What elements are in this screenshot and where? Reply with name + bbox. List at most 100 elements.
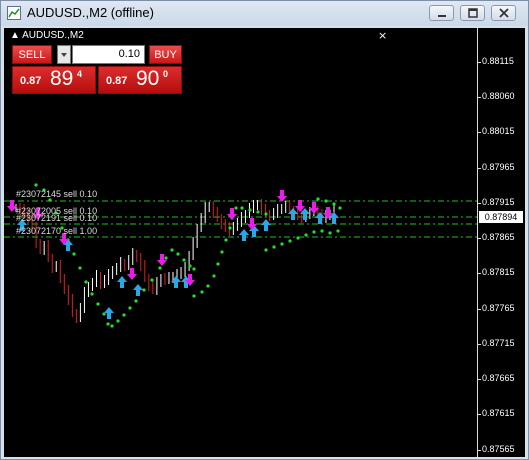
price-tick-label: 0.88115 [477, 56, 514, 66]
bid-pips: 89 [50, 67, 74, 90]
indicator-dot [90, 292, 94, 296]
bid-fraction: 4 [77, 69, 83, 79]
price-tick-label: 0.88015 [477, 126, 515, 136]
chart-window: AUDUSD.,M2 (offline) ▲ AUDUSD.,M2 × SELL… [0, 0, 529, 460]
ask-pips: 90 [136, 67, 160, 90]
indicator-dot [72, 252, 76, 256]
minimize-button[interactable] [429, 5, 454, 21]
buy-button[interactable]: BUY [149, 45, 182, 64]
chevron-down-icon [61, 53, 67, 57]
ask-price-button[interactable]: 0.87 90 0 [98, 66, 182, 94]
indicator-dot [206, 284, 210, 288]
indicator-dot [164, 256, 168, 260]
close-icon [499, 8, 509, 18]
indicator-dot [212, 274, 216, 278]
indicator-dot [312, 230, 316, 234]
indicator-dot [272, 245, 276, 249]
minimize-icon [438, 15, 446, 17]
indicator-dot [34, 183, 38, 187]
indicator-dot [78, 266, 82, 270]
price-tick-label: 0.88060 [477, 91, 515, 101]
indicator-dot [328, 231, 332, 235]
buy-arrow-icon [117, 276, 127, 288]
order-label: #23072145 sell 0.10 [16, 189, 98, 199]
price-tick-label: 0.87915 [477, 197, 515, 207]
current-price-label: 0.87894 [479, 211, 523, 223]
lot-stepper[interactable] [57, 45, 71, 64]
indicator-dot [240, 206, 244, 210]
indicator-dot [220, 250, 224, 254]
indicator-dot [182, 258, 186, 262]
symbol-text: AUDUSD.,M2 [22, 30, 84, 41]
indicator-dot [150, 278, 154, 282]
one-click-trading-panel: SELL 0.10 BUY 0.87 89 4 0.87 90 0 [12, 45, 182, 94]
price-axis[interactable]: 0.88115 0.88060 0.88015 0.87965 0.87915 … [477, 28, 525, 457]
indicator-dot [280, 242, 284, 246]
indicator-dot [106, 322, 110, 326]
maximize-icon [468, 8, 478, 18]
indicator-dot [228, 226, 232, 230]
indicator-dot [332, 202, 336, 206]
bid-price-button[interactable]: 0.87 89 4 [12, 66, 96, 94]
indicator-dot [324, 199, 328, 203]
sell-arrow-icon [157, 254, 167, 266]
price-tick-label: 0.87965 [477, 162, 515, 172]
indicator-dot [264, 212, 268, 216]
indicator-dot [192, 267, 196, 271]
indicator-dot [264, 248, 268, 252]
chart-window-icon [7, 6, 21, 20]
indicator-dot [216, 262, 220, 266]
indicator-dot [256, 210, 260, 214]
indicator-dot [110, 324, 114, 328]
indicator-dot [96, 302, 100, 306]
indicator-dot [316, 197, 320, 201]
indicator-dot [170, 248, 174, 252]
indicator-dot [122, 313, 126, 317]
indicator-dot [116, 319, 120, 323]
price-tick-label: 0.87765 [477, 303, 515, 313]
indicator-dot [338, 206, 342, 210]
buy-arrow-icon [315, 212, 325, 224]
maximize-button[interactable] [460, 5, 485, 21]
sell-arrow-icon [277, 190, 287, 202]
indicator-dot [84, 280, 88, 284]
price-tick-label: 0.87715 [477, 338, 515, 348]
ask-prefix: 0.87 [106, 75, 128, 87]
price-tick-label: 0.87865 [477, 232, 515, 242]
buy-arrow-icon [133, 284, 143, 296]
title-bar[interactable]: AUDUSD.,M2 (offline) [1, 1, 528, 26]
indicator-dot [200, 290, 204, 294]
price-tick-label: 0.87665 [477, 373, 515, 383]
indicator-dot [336, 229, 340, 233]
indicator-dot [158, 266, 162, 270]
indicator-dot [320, 229, 324, 233]
indicator-dot [188, 264, 192, 268]
ask-fraction: 0 [163, 69, 169, 79]
panel-close-icon[interactable]: × [378, 29, 387, 42]
price-tick-label: 0.87815 [477, 267, 515, 277]
indicator-dot [128, 306, 132, 310]
indicator-dot [288, 239, 292, 243]
indicator-dot [134, 299, 138, 303]
indicator-dot [192, 294, 196, 298]
sell-arrow-icon [227, 208, 237, 220]
window-title: AUDUSD.,M2 (offline) [27, 5, 154, 20]
buy-arrow-icon [239, 229, 249, 241]
price-tick-label: 0.87615 [477, 408, 515, 418]
indicator-dot [296, 236, 300, 240]
indicator-dot [234, 206, 238, 210]
bid-prefix: 0.87 [20, 75, 42, 87]
order-label: #23072191 sell 0.10 [16, 213, 98, 223]
price-tick-label: 0.87565 [477, 444, 515, 454]
lot-size-input[interactable]: 0.10 [72, 45, 145, 64]
close-button[interactable] [491, 5, 516, 21]
indicator-dot [304, 233, 308, 237]
sell-button[interactable]: SELL [12, 45, 52, 64]
chart-symbol-label: ▲ AUDUSD.,M2 [10, 30, 84, 41]
indicator-dot [176, 252, 180, 256]
indicator-dot [224, 238, 228, 242]
price-chart[interactable]: ▲ AUDUSD.,M2 × SELL 0.10 BUY 0.87 89 4 0… [4, 28, 525, 457]
order-label: #23072170 sell 1.00 [16, 226, 98, 236]
indicator-dot [248, 208, 252, 212]
buy-arrow-icon [104, 307, 114, 319]
